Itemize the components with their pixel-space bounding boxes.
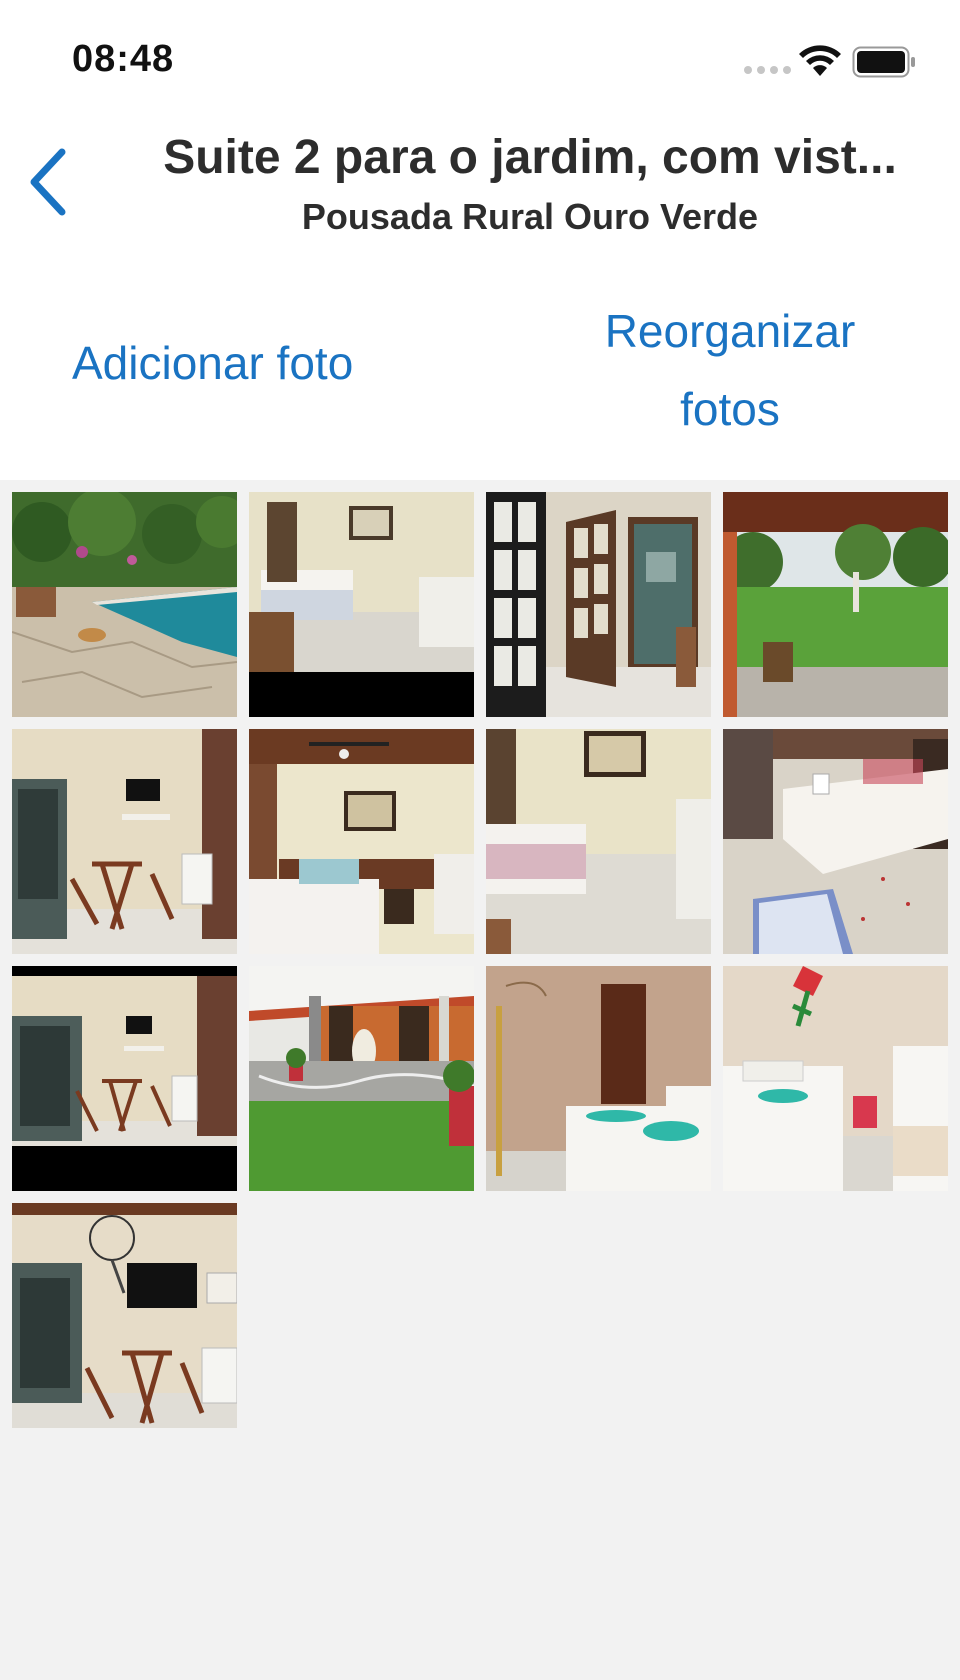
photo-thumbnail[interactable] xyxy=(486,729,711,954)
reorganize-label-line1: Reorganizar xyxy=(604,305,856,357)
cellular-signal-icon xyxy=(744,66,791,74)
status-time: 08:48 xyxy=(72,38,175,80)
photo-bedroom-flower-wall xyxy=(723,966,948,1191)
reorganize-label-line2: fotos xyxy=(680,383,780,435)
photo-thumbnail[interactable] xyxy=(12,492,237,717)
photo-thumbnail[interactable] xyxy=(486,492,711,717)
photo-thumbnail[interactable] xyxy=(723,492,948,717)
photo-thumbnail[interactable] xyxy=(249,966,474,1191)
page-title: Suite 2 para o jardim, com vist... xyxy=(163,131,897,184)
photo-thumbnail[interactable] xyxy=(12,1203,237,1428)
photo-doors-bathroom xyxy=(486,492,711,717)
photo-thumbnail[interactable] xyxy=(723,966,948,1191)
photo-thumbnail[interactable] xyxy=(723,729,948,954)
reorganize-photos-button[interactable]: Reorganizar fotos xyxy=(580,292,880,448)
photo-thumbnail[interactable] xyxy=(12,729,237,954)
photo-bed-rug xyxy=(723,729,948,954)
photo-bedroom-painting xyxy=(249,492,474,717)
photo-bedroom-beds xyxy=(486,729,711,954)
photo-thumbnail[interactable] xyxy=(12,966,237,1191)
photo-room-fan-tv-table xyxy=(12,1203,237,1428)
add-photo-button[interactable]: Adicionar foto xyxy=(72,336,353,390)
chevron-left-icon xyxy=(30,148,66,216)
photo-grid xyxy=(12,492,948,1428)
photo-thumbnail[interactable] xyxy=(249,492,474,717)
photo-veranda-hammock xyxy=(249,966,474,1191)
back-button[interactable] xyxy=(18,140,78,224)
page-subtitle: Pousada Rural Ouro Verde xyxy=(301,196,759,237)
header: 08:48 Suite 2 para o jardim, com vist...… xyxy=(0,0,960,480)
photo-veranda-lawn xyxy=(723,492,948,717)
photo-room-table-tv-2 xyxy=(12,966,237,1191)
photo-thumbnail[interactable] xyxy=(486,966,711,1191)
photo-thumbnail[interactable] xyxy=(249,729,474,954)
wifi-icon xyxy=(799,45,841,76)
photo-bedroom-teal-towels xyxy=(486,966,711,1191)
status-bar: 08:48 xyxy=(0,0,960,110)
photo-room-table-tv xyxy=(12,729,237,954)
photo-pool-patio xyxy=(12,492,237,717)
battery-icon xyxy=(852,46,915,78)
photo-bedroom-fan xyxy=(249,729,474,954)
